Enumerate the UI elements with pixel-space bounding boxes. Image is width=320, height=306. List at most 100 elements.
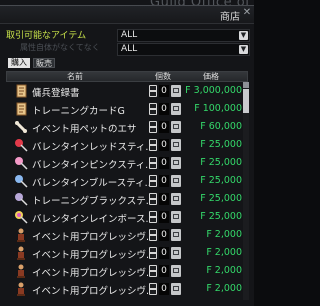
quantity-field[interactable]: 0 xyxy=(159,193,169,205)
table-row[interactable]: イベント用プログレッシヴ... 0 F 2,000 xyxy=(6,226,242,245)
quantity-field[interactable]: 0 xyxy=(159,265,169,277)
quantity-field[interactable]: 0 xyxy=(159,85,169,97)
quantity-stepper[interactable]: 0 xyxy=(149,209,183,225)
column-header-count[interactable]: 個数 xyxy=(155,72,171,82)
bone-icon xyxy=(14,120,28,134)
column-header-name[interactable]: 名前 xyxy=(67,72,83,82)
item-name: イベント用プログレッシヴ... xyxy=(32,250,156,261)
item-name: トレーニングブラックステ... xyxy=(32,196,155,207)
scroll-up-icon[interactable] xyxy=(243,82,249,88)
stepper-arrows-icon[interactable] xyxy=(149,85,157,97)
red-lollipop-icon xyxy=(14,138,28,152)
stepper-arrows-icon[interactable] xyxy=(149,283,157,295)
table-row[interactable]: バレンタインレインボース... 0 F 25,000 xyxy=(6,208,242,227)
stepper-arrows-icon[interactable] xyxy=(149,247,157,259)
quantity-field[interactable]: 0 xyxy=(159,103,169,115)
quantity-stepper[interactable]: 0 xyxy=(149,191,183,207)
table-row[interactable]: 傭兵登録書 0 F 3,000,000 xyxy=(6,82,242,101)
window-title: 商店 xyxy=(220,12,240,23)
quantity-field[interactable]: 0 xyxy=(159,175,169,187)
cart-icon[interactable] xyxy=(171,265,181,277)
table-row[interactable]: バレンタインレッドスティ... 0 F 25,000 xyxy=(6,136,242,155)
stepper-arrows-icon[interactable] xyxy=(149,157,157,169)
quantity-stepper[interactable]: 0 xyxy=(149,119,183,135)
cart-icon[interactable] xyxy=(171,229,181,241)
item-name: バレンタインピンクスティ... xyxy=(32,160,155,171)
stepper-arrows-icon[interactable] xyxy=(149,139,157,151)
scroll-thumb[interactable] xyxy=(243,89,249,113)
cart-icon[interactable] xyxy=(171,85,181,97)
figure-icon xyxy=(14,264,28,278)
tab-sell[interactable]: 販売 xyxy=(33,58,55,68)
stepper-arrows-icon[interactable] xyxy=(149,121,157,133)
cart-icon[interactable] xyxy=(171,103,181,115)
quantity-stepper[interactable]: 0 xyxy=(149,101,183,117)
scroll-icon xyxy=(14,84,28,98)
table-row[interactable]: バレンタインブルースティ... 0 F 25,000 xyxy=(6,172,242,191)
quantity-field[interactable]: 0 xyxy=(159,139,169,151)
stepper-arrows-icon[interactable] xyxy=(149,229,157,241)
filter-select-2[interactable]: ALL ▼ xyxy=(117,43,250,56)
quantity-stepper[interactable]: 0 xyxy=(149,227,183,243)
stepper-arrows-icon[interactable] xyxy=(149,193,157,205)
item-name: 傭兵登録書 xyxy=(32,88,80,99)
table-row[interactable]: イベント用プログレッシヴ... 0 F 2,000 xyxy=(6,262,242,281)
pink-lollipop-icon xyxy=(14,156,28,170)
table-row[interactable]: イベント用プログレッシヴ... 0 F 2,000 xyxy=(6,244,242,263)
item-price: F 2,000 xyxy=(206,265,242,276)
cart-icon[interactable] xyxy=(171,121,181,133)
item-name: イベント用プログレッシヴ... xyxy=(32,268,156,279)
item-name: イベント用プログレッシヴ... xyxy=(32,232,156,243)
cart-icon[interactable] xyxy=(171,139,181,151)
quantity-stepper[interactable]: 0 xyxy=(149,155,183,171)
table-row[interactable]: トレーニングカードG 0 F 100,000 xyxy=(6,100,242,119)
table-row[interactable]: バレンタインピンクスティ... 0 F 25,000 xyxy=(6,154,242,173)
cart-icon[interactable] xyxy=(171,283,181,295)
figure-icon xyxy=(14,282,28,296)
cart-icon[interactable] xyxy=(171,175,181,187)
blue-lollipop-icon xyxy=(14,174,28,188)
scrollbar[interactable] xyxy=(243,82,249,300)
quantity-stepper[interactable]: 0 xyxy=(149,137,183,153)
tab-buy[interactable]: 購入 xyxy=(8,58,30,68)
quantity-stepper[interactable]: 0 xyxy=(149,83,183,99)
shop-window: Guild Office of 商店 ✕ 取引可能なアイテム 属性自体がなくてな… xyxy=(0,0,254,306)
item-price: F 25,000 xyxy=(200,157,242,168)
item-price: F 25,000 xyxy=(200,175,242,186)
quantity-stepper[interactable]: 0 xyxy=(149,263,183,279)
quantity-stepper[interactable]: 0 xyxy=(149,281,183,297)
cart-icon[interactable] xyxy=(171,211,181,223)
item-price: F 2,000 xyxy=(206,229,242,240)
rainbow-lollipop-icon xyxy=(14,210,28,224)
cart-icon[interactable] xyxy=(171,193,181,205)
quantity-field[interactable]: 0 xyxy=(159,247,169,259)
window-header[interactable]: 商店 ✕ xyxy=(0,5,254,24)
quantity-field[interactable]: 0 xyxy=(159,157,169,169)
table-header: 名前 個数 価格 xyxy=(6,71,248,82)
cart-icon[interactable] xyxy=(171,247,181,259)
item-price: F 2,000 xyxy=(206,247,242,258)
quantity-field[interactable]: 0 xyxy=(159,211,169,223)
table-row[interactable]: トレーニングブラックステ... 0 F 25,000 xyxy=(6,190,242,209)
quantity-stepper[interactable]: 0 xyxy=(149,173,183,189)
table-row[interactable]: イベント用ペットのエサ 0 F 60,000 xyxy=(6,118,242,137)
chevron-down-icon[interactable]: ▼ xyxy=(239,31,248,40)
stepper-arrows-icon[interactable] xyxy=(149,175,157,187)
stepper-arrows-icon[interactable] xyxy=(149,265,157,277)
item-name: トレーニングカードG xyxy=(32,106,125,117)
quantity-stepper[interactable]: 0 xyxy=(149,245,183,261)
chevron-down-icon[interactable]: ▼ xyxy=(239,45,248,54)
quantity-field[interactable]: 0 xyxy=(159,283,169,295)
filter-select-1[interactable]: ALL ▼ xyxy=(117,29,250,42)
item-name: イベント用ペットのエサ xyxy=(32,124,137,135)
stepper-arrows-icon[interactable] xyxy=(149,103,157,115)
stepper-arrows-icon[interactable] xyxy=(149,211,157,223)
item-price: F 60,000 xyxy=(200,121,242,132)
item-name: バレンタインブルースティ... xyxy=(32,178,154,189)
cart-icon[interactable] xyxy=(171,157,181,169)
quantity-field[interactable]: 0 xyxy=(159,229,169,241)
quantity-field[interactable]: 0 xyxy=(159,121,169,133)
table-row[interactable]: イベント用プログレッシヴ... 0 F 2,000 xyxy=(6,280,242,299)
column-header-price[interactable]: 価格 xyxy=(203,72,219,82)
close-icon[interactable]: ✕ xyxy=(242,7,252,18)
